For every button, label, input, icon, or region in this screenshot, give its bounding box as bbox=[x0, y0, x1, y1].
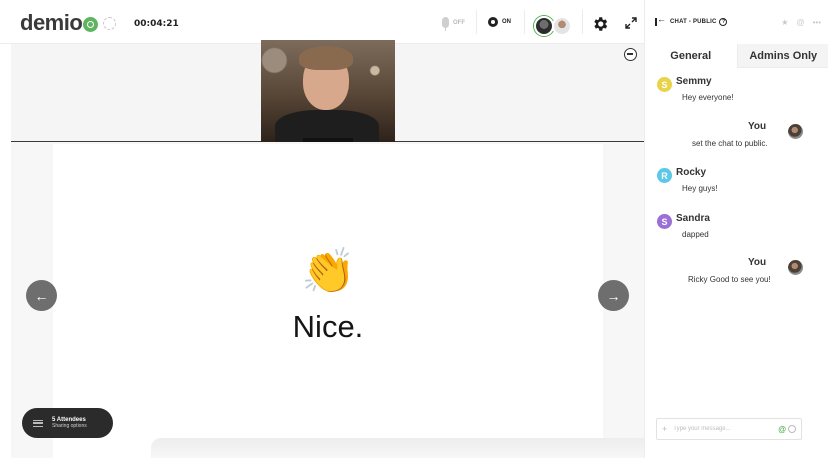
plus-icon[interactable]: + bbox=[662, 424, 667, 434]
help-icon[interactable]: ? bbox=[719, 18, 728, 26]
message-author: You bbox=[748, 121, 767, 132]
clapping-hands-emoji: 👏 bbox=[301, 247, 356, 296]
chat-header: CHAT - PUBLIC ? ★ @ ••• bbox=[645, 0, 828, 44]
message-input[interactable] bbox=[673, 426, 779, 432]
slide: 👏 Nice. bbox=[53, 144, 603, 458]
chat-composer: + @ bbox=[656, 418, 802, 440]
presenter-hair bbox=[299, 46, 353, 70]
slide-text: Nice. bbox=[292, 309, 364, 344]
camera-icon bbox=[488, 17, 498, 27]
previous-slide-button[interactable]: ← bbox=[26, 280, 57, 311]
message-author: You bbox=[748, 257, 767, 268]
message-author: Rocky bbox=[676, 167, 707, 178]
divider bbox=[582, 10, 583, 34]
session-timer: 00:04:21 bbox=[134, 19, 179, 29]
mention-icon[interactable]: @ bbox=[778, 425, 786, 434]
arrow-right-icon: → bbox=[606, 287, 621, 304]
microphone-toggle[interactable]: OFF bbox=[442, 17, 465, 31]
video-strip bbox=[11, 40, 644, 142]
message-author: Semmy bbox=[676, 76, 712, 87]
video-bar bbox=[303, 138, 353, 142]
camera-status: ON bbox=[502, 19, 511, 25]
message-text: Ricky Good to see you! bbox=[688, 275, 771, 284]
more-options-icon[interactable]: ••• bbox=[813, 18, 821, 27]
chat-tabs: General Admins Only bbox=[645, 44, 828, 68]
fullscreen-icon[interactable] bbox=[625, 17, 637, 29]
presenter-avatar[interactable] bbox=[552, 16, 572, 36]
emoji-icon[interactable] bbox=[788, 425, 796, 433]
demio-webinar-app: demio 00:04:21 OFF ON 👏 Nice. ← → 5 Atte… bbox=[0, 0, 828, 458]
tab-admins-only[interactable]: Admins Only bbox=[736, 44, 828, 68]
sharing-options-label: Sharing options bbox=[52, 423, 87, 429]
arrow-left-icon: ← bbox=[34, 287, 49, 304]
message-author: Sandra bbox=[676, 213, 710, 224]
microphone-icon bbox=[442, 17, 449, 31]
menu-icon bbox=[33, 419, 43, 427]
divider bbox=[476, 10, 477, 34]
logo-text: demio bbox=[20, 10, 83, 35]
message-text: Hey guys! bbox=[682, 184, 718, 193]
message-text: Hey everyone! bbox=[682, 93, 734, 102]
presentation-stage: 👏 Nice. ← → 5 Attendees Sharing options bbox=[11, 40, 711, 458]
avatar: S bbox=[657, 214, 672, 229]
avatar: S bbox=[657, 77, 672, 92]
live-badge-icon bbox=[83, 17, 99, 32]
chat-title: CHAT - PUBLIC bbox=[670, 19, 717, 25]
collapse-chat-icon[interactable] bbox=[655, 14, 666, 26]
chat-panel: CHAT - PUBLIC ? ★ @ ••• General Admins O… bbox=[644, 0, 828, 458]
demio-logo: demio bbox=[20, 10, 99, 36]
recording-status-icon[interactable] bbox=[103, 17, 116, 30]
presenter-avatars[interactable] bbox=[534, 16, 572, 36]
gear-icon[interactable] bbox=[591, 15, 609, 33]
avatar: R bbox=[657, 168, 672, 183]
presenter-avatar[interactable] bbox=[534, 16, 554, 36]
avatar bbox=[788, 124, 803, 139]
attendees-button[interactable]: 5 Attendees Sharing options bbox=[22, 408, 113, 438]
divider bbox=[524, 10, 525, 34]
next-slide-button[interactable]: → bbox=[598, 280, 629, 311]
attendees-text: 5 Attendees Sharing options bbox=[52, 417, 87, 429]
star-icon[interactable]: ★ bbox=[781, 18, 788, 27]
presenter-video[interactable] bbox=[261, 40, 395, 142]
toolbar-shadow bbox=[151, 438, 711, 458]
message-text: set the chat to public. bbox=[692, 139, 768, 148]
message-text: dapped bbox=[682, 230, 709, 239]
chat-header-icons: ★ @ ••• bbox=[781, 18, 821, 27]
tab-general[interactable]: General bbox=[645, 44, 737, 68]
microphone-status: OFF bbox=[453, 19, 465, 26]
mention-icon[interactable]: @ bbox=[796, 18, 804, 27]
avatar bbox=[788, 260, 803, 275]
camera-toggle[interactable]: ON bbox=[488, 17, 511, 27]
collapse-video-button[interactable] bbox=[624, 48, 637, 61]
